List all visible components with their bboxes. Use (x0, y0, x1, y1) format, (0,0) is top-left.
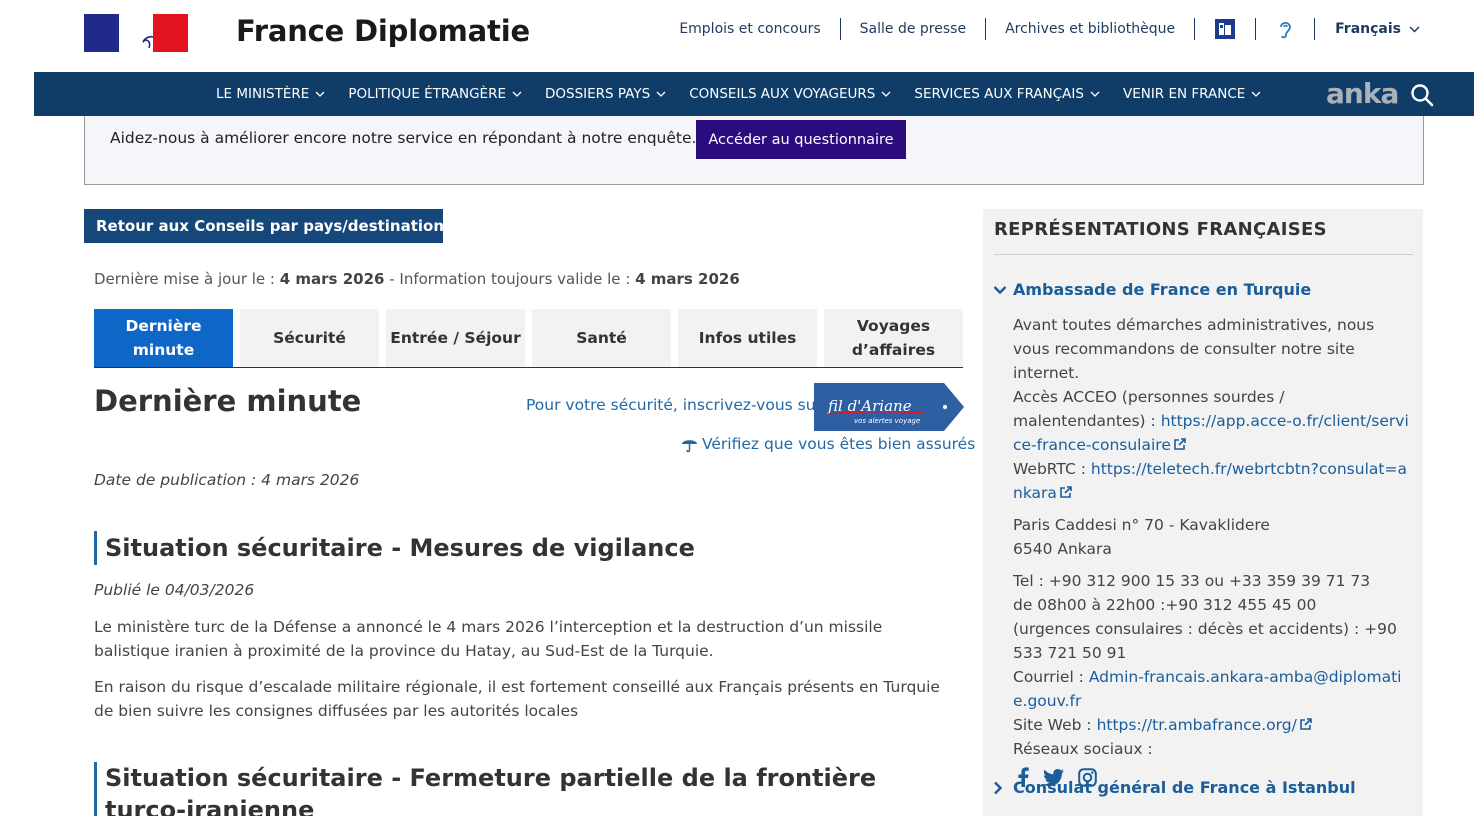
chevron-down-icon (881, 91, 891, 97)
section-paragraph: En raison du risque d’escalade militaire… (94, 678, 940, 720)
insurance-check-link[interactable]: Vérifiez que vous êtes bien assurés (681, 435, 975, 453)
embassy-details: Avant toutes démarches administratives, … (1013, 313, 1413, 787)
utility-links: Emplois et concours Salle de presse Arch… (660, 17, 1420, 41)
chevron-down-icon (1090, 91, 1100, 97)
nav-label: POLITIQUE ÉTRANGÈRE (348, 86, 506, 102)
chevron-down-icon (1251, 91, 1261, 97)
nav-dossiers-pays[interactable]: DOSSIERS PAYS (545, 86, 675, 102)
email-label: Courriel : (1013, 668, 1089, 686)
back-button-label: Retour aux Conseils par pays/destination (96, 217, 445, 235)
external-link-icon (1299, 718, 1312, 730)
main-navigation: LE MINISTÈRE POLITIQUE ÉTRANGÈRE DOSSIER… (34, 72, 1474, 116)
update-date-1: 4 mars 2026 (279, 270, 385, 288)
chevron-down-icon (656, 91, 666, 97)
nav-venir-france[interactable]: VENIR EN FRANCE (1123, 86, 1270, 102)
nav-label: CONSEILS AUX VOYAGEURS (689, 86, 876, 102)
section-paragraph: Le ministère turc de la Défense a annonc… (94, 618, 883, 660)
tab-entree-sejour[interactable]: Entrée / Séjour (386, 309, 525, 367)
phone-line-1: Tel : +90 312 900 15 33 ou +33 359 39 71… (1013, 572, 1371, 590)
french-representations-sidebar: REPRÉSENTATIONS FRANÇAISES Ambassade de … (983, 209, 1423, 816)
webrtc-access: WebRTC : https://teletech.fr/webrtcbtn?c… (1013, 457, 1413, 505)
tab-sante[interactable]: Santé (532, 309, 671, 367)
chevron-down-icon (1409, 25, 1420, 33)
website-line: Site Web : https://tr.ambafrance.org/ (1013, 713, 1413, 737)
search-icon[interactable] (1410, 83, 1434, 107)
jobs-link[interactable]: Emplois et concours (660, 18, 841, 40)
advice-tabs: Dernière minute Sécurité Entrée / Séjour… (94, 309, 963, 368)
republique-francaise-logo[interactable] (84, 14, 188, 52)
external-link-icon (1060, 486, 1072, 498)
tab-securite[interactable]: Sécurité (240, 309, 379, 367)
umbrella-icon (682, 439, 697, 452)
embassy-name: Ambassade de France en Turquie (1013, 280, 1312, 299)
address-line-1: Paris Caddesi n° 70 - Kavaklidere (1013, 516, 1270, 534)
section-title: Situation sécuritaire - Mesures de vigil… (94, 531, 695, 565)
phone-line-3: (urgences consulaires : décès et acciden… (1013, 620, 1397, 662)
embassy-address: Paris Caddesi n° 70 - Kavaklidere 6540 A… (1013, 513, 1413, 561)
chevron-down-icon (315, 91, 325, 97)
survey-text: Aidez-nous à améliorer encore notre serv… (110, 129, 697, 147)
nav-label: DOSSIERS PAYS (544, 86, 651, 102)
chevron-down-icon (512, 91, 522, 97)
nav-conseils-voyageurs[interactable]: CONSEILS AUX VOYAGEURS (689, 86, 900, 102)
webrtc-label: WebRTC : (1013, 460, 1091, 478)
nav-ministere[interactable]: LE MINISTÈRE (216, 86, 334, 102)
acceo-access: Accès ACCEO (personnes sourdes / malente… (1013, 385, 1413, 457)
tab-derniere-minute[interactable]: Dernière minute (94, 309, 233, 367)
accessibility-hearing[interactable] (1256, 18, 1316, 40)
website-label: Site Web : (1013, 716, 1097, 734)
embassy-intro: Avant toutes démarches administratives, … (1013, 316, 1375, 382)
consulate-name: Consulat général de France à Istanbul (1013, 778, 1356, 797)
tab-voyages-affaires[interactable]: Voyages d’affaires (824, 309, 963, 367)
embassy-accordion-toggle[interactable]: Ambassade de France en Turquie (993, 280, 1311, 299)
update-info: Dernière mise à jour le : 4 mars 2026 - … (94, 270, 740, 288)
fil-ariane-badge[interactable]: fil d'Ariane vos alertes voyage (814, 383, 964, 431)
insurance-check-label: Vérifiez que vous êtes bien assurés (702, 435, 976, 453)
section-published-date: Publié le 04/03/2026 (94, 581, 255, 599)
ear-icon (1280, 21, 1292, 39)
update-date-2: 4 mars 2026 (635, 270, 740, 288)
tab-infos-utiles[interactable]: Infos utiles (678, 309, 817, 367)
nav-label: SERVICES AUX FRANÇAIS (914, 86, 1084, 102)
email-line: Courriel : Admin-francais.ankara-amba@di… (1013, 665, 1413, 713)
accessibility-sign-language[interactable] (1195, 18, 1257, 40)
survey-banner: Aidez-nous à améliorer encore notre serv… (84, 116, 1424, 185)
chevron-down-icon (993, 285, 1007, 294)
back-to-advice-button[interactable]: Retour aux Conseils par pays/destination (84, 209, 445, 243)
nav-label: VENIR EN FRANCE (1122, 86, 1246, 102)
fil-badge-subtitle: vos alertes voyage (854, 417, 920, 425)
language-label: Français (1335, 21, 1401, 37)
marianne-icon (141, 35, 153, 48)
update-label-1: Dernière mise à jour le : (94, 270, 280, 288)
sign-language-icon (1215, 19, 1236, 39)
fil-ariane-link[interactable]: Pour votre sécurité, inscrivez-vous sur (526, 396, 822, 414)
phone-line-2: de 08h00 à 22h00 :+90 312 455 45 00 (1013, 596, 1317, 614)
external-link-icon (1174, 438, 1186, 450)
language-selector[interactable]: Français (1315, 21, 1420, 37)
site-title[interactable]: France Diplomatie (236, 14, 530, 48)
nav-politique-etrangere[interactable]: POLITIQUE ÉTRANGÈRE (348, 86, 531, 102)
press-link[interactable]: Salle de presse (841, 18, 987, 40)
consulate-accordion-toggle[interactable]: Consulat général de France à Istanbul (993, 778, 1356, 797)
top-header: France Diplomatie Emplois et concours Sa… (0, 0, 1482, 72)
archives-link[interactable]: Archives et bibliothèque (986, 18, 1196, 40)
nav-services-francais[interactable]: SERVICES AUX FRANÇAIS (914, 86, 1109, 102)
survey-button[interactable]: Accéder au questionnaire (696, 120, 906, 159)
address-line-2: 6540 Ankara (1013, 540, 1112, 558)
page-title: Dernière minute (94, 384, 362, 418)
social-label: Réseaux sociaux : (1013, 740, 1153, 758)
anka-watermark: anka (1326, 77, 1399, 110)
chevron-right-icon (994, 781, 1003, 794)
publication-date: Date de publication : 4 mars 2026 (94, 471, 360, 489)
website-link[interactable]: https://tr.ambafrance.org/ (1097, 716, 1297, 734)
section-title: Situation sécuritaire - Fermeture partie… (94, 762, 914, 816)
update-label-2: - Information toujours valide le : (384, 270, 636, 288)
sidebar-title: REPRÉSENTATIONS FRANÇAISES (994, 219, 1327, 240)
nav-label: LE MINISTÈRE (216, 86, 310, 102)
sidebar-divider (994, 254, 1413, 255)
